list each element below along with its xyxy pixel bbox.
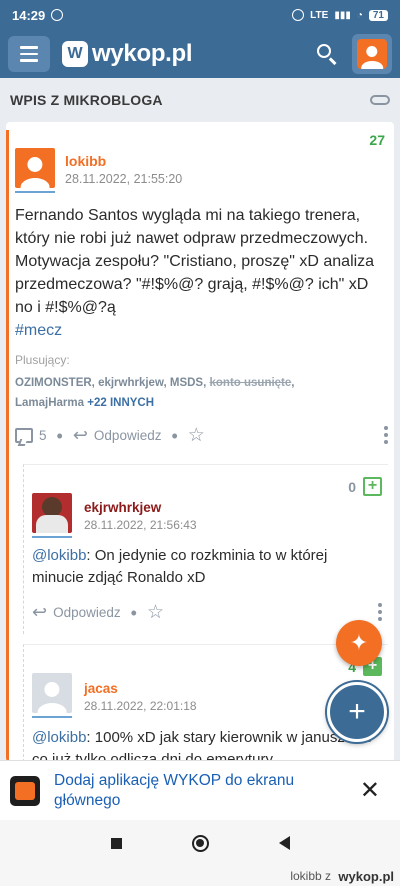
section-header: WPIS Z MIKROBLOGA xyxy=(0,78,400,122)
post-author[interactable]: lokibb xyxy=(65,153,106,169)
reply-author[interactable]: ekjrwhrkjew xyxy=(84,500,161,515)
logo-mark-icon: W xyxy=(62,41,88,67)
hamburger-menu-button[interactable] xyxy=(8,36,50,72)
avatar-underline xyxy=(32,716,72,718)
mention-link[interactable]: @lokibb xyxy=(32,729,86,746)
plus-vote-button[interactable]: + xyxy=(363,477,382,496)
signal-icon: ▮▮▮ xyxy=(334,9,351,21)
plus-icon: + xyxy=(348,695,366,728)
reply-author[interactable]: jacas xyxy=(84,681,118,696)
reply-button[interactable]: Odpowiedz xyxy=(53,605,121,620)
favorite-star-icon[interactable]: ☆ xyxy=(147,601,164,624)
comments-icon[interactable] xyxy=(15,428,33,443)
recents-button[interactable] xyxy=(110,837,122,849)
likers-list: OZIMONSTER, ekjrwhrkjew, MSDS, konto usu… xyxy=(15,377,295,409)
menu-line xyxy=(20,46,38,49)
post-body: Fernando Santos wygląda mi na takiego tr… xyxy=(15,204,385,342)
separator-dot: • xyxy=(171,425,178,446)
app-header: W wykop.pl xyxy=(0,30,400,78)
liker-deleted: konto usunięte xyxy=(209,377,292,389)
link-icon[interactable] xyxy=(370,95,390,105)
reply-body: @lokibb: On jedynie co rozkminia to w kt… xyxy=(32,545,382,589)
reply-button[interactable]: Odpowiedz xyxy=(94,428,162,443)
post-actions: 5 • ↩ Odpowiedz • ☆ xyxy=(15,424,205,447)
post-vote-count: 27 xyxy=(369,132,385,148)
reply-actions: ↩ Odpowiedz • ☆ xyxy=(32,601,164,624)
more-likers-link[interactable]: +22 INNYCH xyxy=(87,397,154,409)
favorite-star-icon[interactable]: ☆ xyxy=(188,424,205,447)
reply-vote-count: 0 xyxy=(348,479,356,495)
search-icon[interactable] xyxy=(312,39,342,69)
avatar[interactable] xyxy=(32,673,72,713)
avatar-underline xyxy=(15,191,55,193)
sparkle-fab-button[interactable]: ✦ xyxy=(336,620,382,666)
watermark-sep: z xyxy=(325,869,332,883)
reply-date[interactable]: 28.11.2022, 21:56:43 xyxy=(84,518,197,532)
comment-count[interactable]: 5 xyxy=(39,428,47,443)
liker-link[interactable]: MSDS xyxy=(170,377,203,389)
liker-link[interactable]: ekjrwhrkjew xyxy=(98,377,163,389)
home-button[interactable] xyxy=(191,834,209,852)
post-date[interactable]: 28.11.2022, 21:55:20 xyxy=(65,172,182,186)
wifi-icon: ◔ xyxy=(356,9,363,21)
menu-line xyxy=(20,59,38,62)
status-time: 14:29 xyxy=(12,7,46,23)
watermark-site: wykop.pl xyxy=(338,868,394,884)
status-bar: 14:29 LTE ▮▮▮ ◔ 71 xyxy=(0,0,400,30)
system-nav-bar xyxy=(0,820,400,866)
sparkle-icon: ✦ xyxy=(349,630,369,655)
more-options-icon[interactable] xyxy=(378,603,382,621)
wykop-logo[interactable]: W wykop.pl xyxy=(62,40,193,68)
install-banner-text[interactable]: Dodaj aplikację WYKOP do ekranu głównego xyxy=(54,771,354,811)
reply-body: @lokibb: 100% xD jak stary kierownik w j… xyxy=(32,727,382,762)
avatar[interactable] xyxy=(32,493,72,533)
mention-link[interactable]: @lokibb xyxy=(32,547,86,564)
user-avatar-button[interactable] xyxy=(352,34,392,74)
avatar-icon xyxy=(357,39,387,69)
close-icon[interactable]: ✕ xyxy=(360,776,380,805)
avatar-underline xyxy=(32,536,72,538)
liker-link[interactable]: LamajHarma xyxy=(15,397,84,409)
reply-icon[interactable]: ↩ xyxy=(73,425,88,446)
alarm-icon xyxy=(51,9,64,21)
status-icons: LTE ▮▮▮ ◔ 71 xyxy=(292,9,388,21)
liker-link[interactable]: OZIMONSTER xyxy=(15,377,92,389)
logo-text: wykop.pl xyxy=(92,40,193,67)
network-label: LTE xyxy=(310,9,329,21)
separator-dot: • xyxy=(56,425,63,446)
reply-icon[interactable]: ↩ xyxy=(32,602,47,623)
post-accent-bar xyxy=(6,130,9,762)
battery-indicator: 71 xyxy=(368,9,388,21)
wykop-app-icon xyxy=(10,775,40,806)
more-options-icon[interactable] xyxy=(384,426,388,444)
install-app-banner[interactable]: Dodaj aplikację WYKOP do ekranu głównego… xyxy=(0,760,400,820)
nfc-icon xyxy=(292,9,305,21)
add-post-fab-button[interactable]: + xyxy=(327,682,387,742)
likers-label: Plusujący: xyxy=(15,353,70,367)
back-button[interactable] xyxy=(278,836,290,850)
post-card: 27 lokibb 28.11.2022, 21:55:20 Fernando … xyxy=(6,122,394,762)
avatar[interactable] xyxy=(15,148,55,188)
tag-link[interactable]: #mecz xyxy=(15,322,62,339)
post-text: Fernando Santos wygląda mi na takiego tr… xyxy=(15,207,375,316)
reply-card: 0 + ekjrwhrkjew 28.11.2022, 21:56:43 @lo… xyxy=(23,464,388,634)
watermark-user: lokibb xyxy=(290,869,322,883)
watermark: lokibb z wykop.pl xyxy=(0,866,400,886)
menu-line xyxy=(20,52,38,56)
section-title: WPIS Z MIKROBLOGA xyxy=(10,92,163,108)
separator-dot: • xyxy=(130,602,137,623)
reply-date[interactable]: 28.11.2022, 22:01:18 xyxy=(84,699,197,713)
